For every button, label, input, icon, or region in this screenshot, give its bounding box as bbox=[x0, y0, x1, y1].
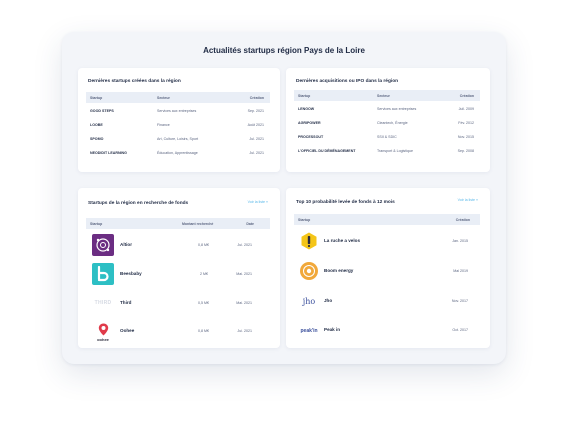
jho-logo-text: jho bbox=[302, 296, 316, 306]
see-all-link[interactable]: Voir la liste » bbox=[458, 198, 478, 202]
startup-sector: Services aux entreprises bbox=[157, 109, 197, 113]
table-row[interactable]: GOOD STEPS Services aux entreprises Sep.… bbox=[86, 109, 270, 119]
amount: 2 M€ bbox=[200, 272, 208, 276]
oohee-logo-text: oohee bbox=[97, 336, 109, 342]
startup-name[interactable]: PROCESSOUT bbox=[298, 135, 323, 139]
startup-sector: SSII & SDIC bbox=[377, 135, 397, 139]
ruche-logo bbox=[300, 232, 318, 250]
startup-date: Jan. 2015 bbox=[452, 239, 468, 243]
column-header-sector: Secteur bbox=[157, 95, 170, 100]
card-title: Top 10 probabilité levée de fonds à 12 m… bbox=[296, 200, 395, 205]
table-header: Startup Secteur Création bbox=[86, 92, 270, 103]
table-row[interactable]: LOOBE Finance Août 2021 bbox=[86, 123, 270, 133]
startup-name[interactable]: Boom energy bbox=[324, 268, 353, 273]
startup-date: Fév. 2012 bbox=[458, 121, 474, 125]
table-header: Startup Montant recherché Date bbox=[86, 218, 270, 229]
recent-startups-card: Dernières startups créées dans la région… bbox=[78, 68, 280, 172]
startup-sector: Transport & Logistique bbox=[377, 149, 414, 153]
column-header-creation: Création bbox=[249, 95, 264, 100]
dashboard-panel: Actualités startups région Pays de la Lo… bbox=[62, 32, 506, 364]
startup-name[interactable]: AGRIPOWER bbox=[298, 121, 321, 125]
amount: 0,5 M€ bbox=[198, 301, 209, 305]
table-row[interactable]: Beesbaby 2 M€ Mai. 2021 bbox=[86, 261, 270, 287]
startup-name[interactable]: L'OFFICIEL DU DÉMÉNAGEMENT bbox=[298, 149, 356, 153]
startup-date: Oct. 2017 bbox=[452, 328, 468, 332]
see-all-link[interactable]: Voir la liste » bbox=[248, 200, 268, 204]
table-row[interactable]: L'OFFICIEL DU DÉMÉNAGEMENT Transport & L… bbox=[294, 149, 480, 159]
table-header: Startup Création bbox=[294, 214, 480, 225]
funding-search-card: Startups de la région en recherche de fo… bbox=[78, 188, 280, 348]
amount: 0,8 M€ bbox=[198, 329, 209, 333]
table-row[interactable]: La ruche a velos Jan. 2015 bbox=[294, 228, 480, 254]
startup-date: Mai 2019 bbox=[453, 269, 468, 273]
startup-date: Jul. 2021 bbox=[249, 137, 264, 141]
peakin-logo-text: peak'in bbox=[300, 328, 318, 334]
startup-name[interactable]: Beesbaby bbox=[120, 271, 142, 276]
startup-date: Jul. 2021 bbox=[249, 151, 264, 155]
table-row[interactable]: LENGOW Services aux entreprises Juil. 20… bbox=[294, 107, 480, 117]
table-row[interactable]: SPOMO Art, Culture, Loisirs, Sport Jul. … bbox=[86, 137, 270, 147]
table-row[interactable]: jho Jho Nov. 2017 bbox=[294, 288, 480, 314]
startup-name[interactable]: Jho bbox=[324, 298, 332, 303]
startup-date: Sep. 2021 bbox=[247, 109, 264, 113]
third-logo: THIRD bbox=[91, 297, 115, 309]
table-row[interactable]: peak'in Peak in Oct. 2017 bbox=[294, 318, 480, 344]
table-row[interactable]: PROCESSOUT SSII & SDIC Nov. 2015 bbox=[294, 135, 480, 145]
table-row[interactable]: AGRIPOWER Cleantech, Énergie Fév. 2012 bbox=[294, 121, 480, 131]
oohee-logo: oohee bbox=[91, 320, 115, 344]
startup-date: Août 2021 bbox=[247, 123, 264, 127]
startup-date: Nov. 2017 bbox=[451, 299, 468, 303]
startup-sector: Éducation, Apprentissage bbox=[157, 151, 198, 155]
startup-name[interactable]: Oohee bbox=[120, 328, 134, 333]
boom-logo bbox=[299, 261, 319, 281]
table-row[interactable]: oohee Oohee 0,8 M€ Jui. 2021 bbox=[86, 319, 270, 345]
peakin-logo: peak'in bbox=[297, 325, 321, 337]
startup-name[interactable]: SPOMO bbox=[90, 137, 103, 141]
startup-name[interactable]: Third bbox=[120, 300, 131, 305]
table-header: Startup Secteur Création bbox=[294, 90, 480, 101]
jho-logo: jho bbox=[299, 292, 319, 310]
startup-name[interactable]: NEODIDIT LEARNING bbox=[90, 151, 127, 155]
altior-logo bbox=[92, 234, 114, 256]
startup-date: Sep. 2008 bbox=[457, 149, 474, 153]
column-header-amount: Montant recherché bbox=[182, 221, 214, 226]
startup-name[interactable]: GOOD STEPS bbox=[90, 109, 114, 113]
page-title: Actualités startups région Pays de la Lo… bbox=[203, 46, 365, 55]
top10-card: Top 10 probabilité levée de fonds à 12 m… bbox=[286, 188, 490, 348]
startup-sector: Art, Culture, Loisirs, Sport bbox=[157, 137, 199, 141]
column-header-startup: Startup bbox=[90, 95, 103, 100]
column-header-sector: Secteur bbox=[377, 93, 390, 98]
table-row[interactable]: Boom energy Mai 2019 bbox=[294, 258, 480, 284]
table-row[interactable]: THIRD Third 0,5 M€ Mai. 2021 bbox=[86, 290, 270, 316]
startup-name[interactable]: LENGOW bbox=[298, 107, 314, 111]
startup-sector: Finance bbox=[157, 123, 170, 127]
amount: 0,8 M€ bbox=[198, 243, 209, 247]
startup-name[interactable]: LOOBE bbox=[90, 123, 103, 127]
acquisitions-card: Dernières acquisitions ou IPO dans la ré… bbox=[286, 68, 490, 172]
startup-date: Jui. 2021 bbox=[237, 243, 252, 247]
column-header-startup: Startup bbox=[298, 217, 311, 222]
startup-name[interactable]: Altior bbox=[120, 242, 132, 247]
card-title: Dernières acquisitions ou IPO dans la ré… bbox=[296, 79, 399, 84]
startup-date: Mai. 2021 bbox=[236, 301, 252, 305]
startup-sector: Cleantech, Énergie bbox=[377, 121, 408, 125]
startup-date: Nov. 2015 bbox=[457, 135, 474, 139]
column-header-startup: Startup bbox=[298, 93, 311, 98]
startup-date: Jui. 2021 bbox=[237, 329, 252, 333]
startup-date: Juil. 2009 bbox=[458, 107, 474, 111]
third-logo-text: THIRD bbox=[94, 300, 112, 306]
beesbaby-logo bbox=[92, 263, 114, 285]
column-header-creation: Création bbox=[459, 93, 474, 98]
column-header-startup: Startup bbox=[90, 221, 103, 226]
column-header-creation: Création bbox=[455, 217, 470, 222]
column-header-date: Date bbox=[246, 221, 254, 226]
table-row[interactable]: Altior 0,8 M€ Jui. 2021 bbox=[86, 232, 270, 258]
startup-sector: Services aux entreprises bbox=[377, 107, 417, 111]
startup-date: Mai. 2021 bbox=[236, 272, 252, 276]
startup-name[interactable]: Peak in bbox=[324, 327, 340, 332]
card-title: Startups de la région en recherche de fo… bbox=[88, 201, 189, 206]
card-title: Dernières startups créées dans la région bbox=[88, 79, 181, 84]
table-row[interactable]: NEODIDIT LEARNING Éducation, Apprentissa… bbox=[86, 151, 270, 161]
startup-name[interactable]: La ruche a velos bbox=[324, 238, 360, 243]
